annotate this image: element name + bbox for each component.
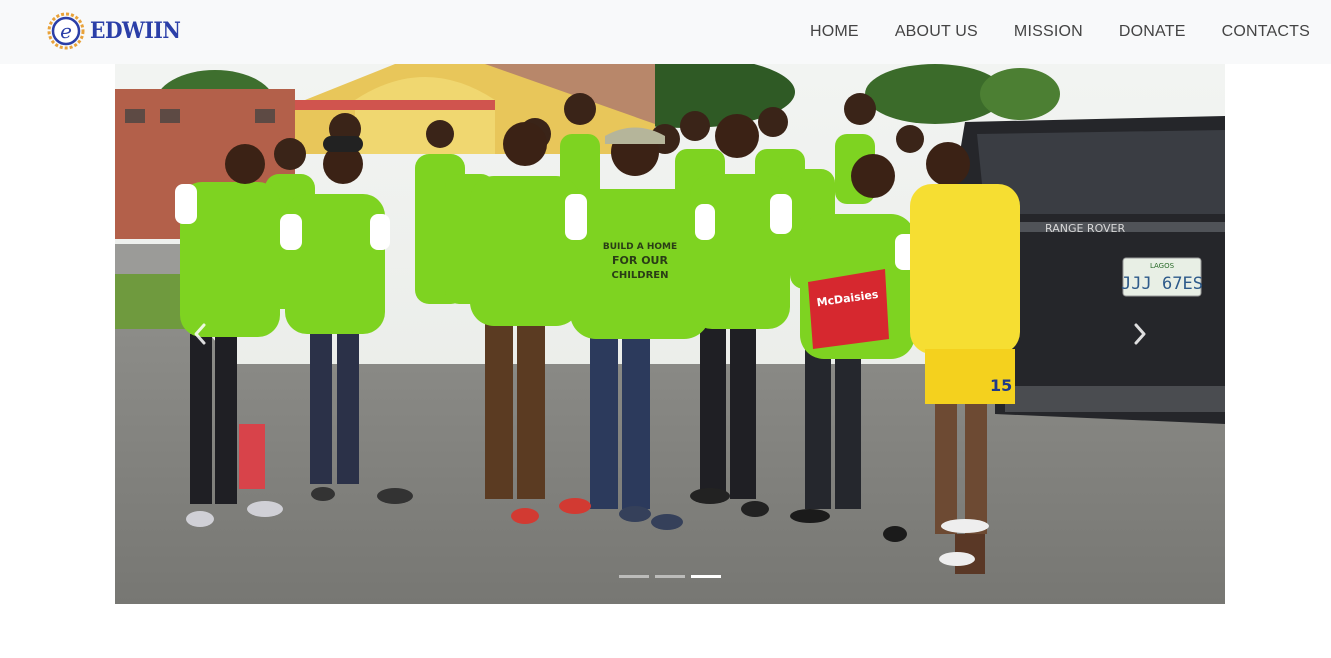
carousel-indicator-3[interactable] [691, 575, 721, 578]
carousel-indicators [115, 575, 1225, 578]
edwiin-logo-icon: e [47, 12, 85, 50]
chevron-right-icon [1134, 323, 1146, 345]
shirt-print-line1: BUILD A HOME [603, 242, 677, 252]
hero-carousel: RANGE ROVER LAGOS JJJ 67ES BUILD A HOME … [115, 64, 1225, 604]
red-shopping-bag: McDaisies [808, 269, 889, 349]
chevron-left-icon [194, 323, 206, 345]
carousel-indicator-1[interactable] [619, 575, 649, 578]
nav-menu: HOME ABOUT US MISSION DONATE CONTACTS [774, 0, 1310, 64]
shirt-print-line2: FOR OUR [612, 254, 668, 267]
logo-letter: e [60, 19, 72, 43]
navbar: e EDWIIN HOME ABOUT US MISSION DONATE CO… [0, 0, 1331, 64]
brand-name: EDWIIN [90, 18, 181, 44]
jersey-number: 15 [990, 376, 1012, 395]
nav-contacts[interactable]: CONTACTS [1222, 23, 1310, 40]
carousel-next-button[interactable] [1095, 64, 1185, 604]
nav-home[interactable]: HOME [810, 23, 859, 40]
brand-logo-link[interactable]: e EDWIIN [46, 12, 188, 50]
carousel-indicator-2[interactable] [655, 575, 685, 578]
nav-mission[interactable]: MISSION [1014, 23, 1083, 40]
shirt-print-line3: CHILDREN [611, 270, 668, 281]
nav-donate[interactable]: DONATE [1119, 23, 1186, 40]
carousel-slide-photo: RANGE ROVER LAGOS JJJ 67ES BUILD A HOME … [115, 64, 1225, 604]
nav-about-us[interactable]: ABOUT US [895, 23, 978, 40]
carousel-prev-button[interactable] [155, 64, 245, 604]
